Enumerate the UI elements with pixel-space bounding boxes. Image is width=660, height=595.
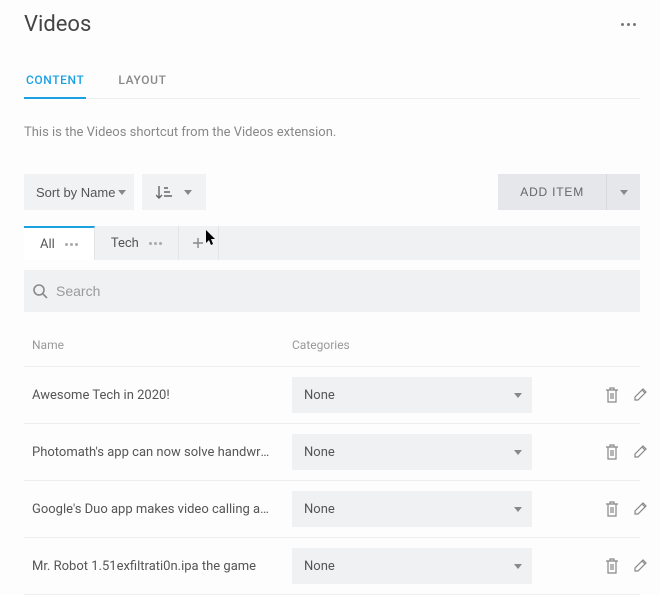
row-name: Google's Duo app makes video calling as …: [32, 502, 292, 517]
tab-content[interactable]: CONTENT: [24, 65, 86, 99]
add-filter-tab-button[interactable]: [179, 226, 219, 260]
sort-direction-icon: [156, 185, 172, 199]
search-input[interactable]: [48, 283, 632, 299]
chevron-down-icon: [514, 450, 522, 455]
category-value: None: [304, 502, 335, 517]
filter-tab-menu-icon[interactable]: [149, 242, 162, 245]
table-row: Photomath's app can now solve handwritte…: [24, 424, 640, 481]
category-select[interactable]: None: [292, 548, 532, 584]
chevron-down-icon: [514, 564, 522, 569]
add-item-menu-button[interactable]: [606, 174, 640, 210]
row-name: Photomath's app can now solve handwritte…: [32, 445, 292, 460]
page-title: Videos: [24, 12, 91, 37]
category-value: None: [304, 445, 335, 460]
category-select[interactable]: None: [292, 377, 532, 413]
filter-tab-label: All: [40, 237, 55, 252]
chevron-down-icon: [620, 190, 628, 195]
table-row: Awesome Tech in 2020! None: [24, 367, 640, 424]
edit-button[interactable]: [633, 444, 648, 460]
column-header-name: Name: [32, 338, 292, 352]
delete-button[interactable]: [605, 558, 619, 574]
sort-select[interactable]: Sort by Name: [24, 174, 134, 210]
chevron-down-icon: [184, 190, 192, 195]
page-description: This is the Videos shortcut from the Vid…: [24, 125, 640, 140]
chevron-down-icon: [514, 393, 522, 398]
plus-icon: [192, 237, 204, 249]
category-select[interactable]: None: [292, 491, 532, 527]
column-header-categories: Categories: [292, 338, 552, 352]
edit-button[interactable]: [633, 387, 648, 403]
table-row: Google's Duo app makes video calling as …: [24, 481, 640, 538]
filter-tab-all[interactable]: All: [24, 226, 95, 260]
delete-button[interactable]: [605, 387, 619, 403]
chevron-down-icon: [118, 190, 126, 195]
chevron-down-icon: [514, 507, 522, 512]
row-name: Mr. Robot 1.51exfiltrati0n.ipa the game: [32, 559, 292, 574]
delete-button[interactable]: [605, 444, 619, 460]
edit-button[interactable]: [633, 558, 648, 574]
category-select[interactable]: None: [292, 434, 532, 470]
table-row: Mr. Robot 1.51exfiltrati0n.ipa the game …: [24, 538, 640, 595]
sort-direction-select[interactable]: [142, 174, 206, 210]
search-icon: [32, 283, 48, 299]
sort-label: Sort by Name: [36, 185, 115, 200]
page-more-menu[interactable]: [617, 19, 640, 30]
add-item-button[interactable]: ADD ITEM: [498, 174, 606, 210]
delete-button[interactable]: [605, 501, 619, 517]
row-name: Awesome Tech in 2020!: [32, 388, 292, 403]
category-value: None: [304, 388, 335, 403]
main-tabs: CONTENT LAYOUT: [24, 65, 640, 99]
edit-button[interactable]: [633, 501, 648, 517]
tab-layout[interactable]: LAYOUT: [116, 65, 168, 98]
filter-tab-menu-icon[interactable]: [65, 243, 78, 246]
filter-tab-label: Tech: [111, 236, 139, 251]
filter-tab-tech[interactable]: Tech: [95, 226, 179, 260]
category-value: None: [304, 559, 335, 574]
